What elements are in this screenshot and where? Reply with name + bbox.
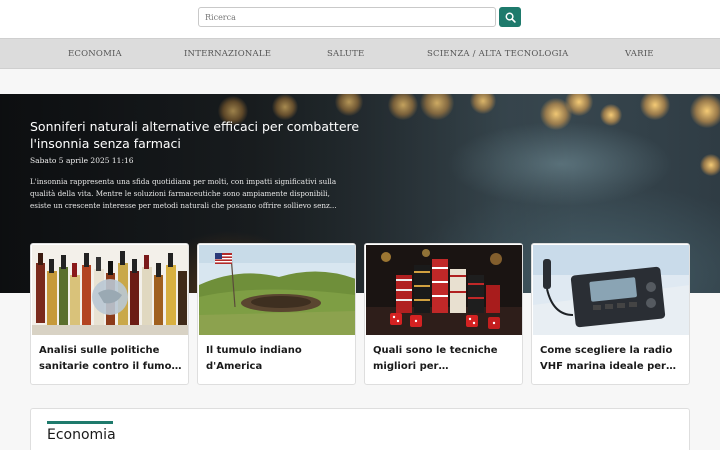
nav-item-internazionale[interactable]: INTERNAZIONALE	[184, 49, 271, 59]
article-card[interactable]: Il tumulo indiano d'America	[197, 243, 356, 385]
section-accent-bar	[47, 421, 113, 424]
search-icon	[505, 12, 516, 23]
card-title[interactable]: Quali sono le tecniche migliori per mass…	[373, 343, 519, 375]
search-input[interactable]	[198, 7, 496, 27]
nav-item-salute[interactable]: SALUTE	[327, 49, 364, 59]
section-economia: Economia	[30, 408, 690, 450]
hero-date: Sabato 5 aprile 2025 11:16	[30, 156, 134, 165]
search-button[interactable]	[499, 7, 521, 27]
card-title[interactable]: Come scegliere la radio VHF marina ideal…	[540, 343, 686, 375]
hero-excerpt: L'insonnia rappresenta una sfida quotidi…	[30, 177, 337, 210]
card-title[interactable]: Analisi sulle politiche sanitarie contro…	[39, 343, 185, 375]
card-image-radio	[533, 245, 689, 335]
nav-item-economia[interactable]: ECONOMIA	[68, 49, 122, 59]
card-image-mound	[199, 245, 355, 335]
top-bar	[0, 0, 720, 38]
card-title[interactable]: Il tumulo indiano d'America	[206, 343, 352, 375]
card-image-chips	[366, 245, 522, 335]
section-title[interactable]: Economia	[47, 427, 116, 443]
nav-item-varie[interactable]: VARIE	[625, 49, 654, 59]
hero-title[interactable]: Sonniferi naturali alternative efficaci …	[30, 118, 360, 152]
article-card[interactable]: Analisi sulle politiche sanitarie contro…	[30, 243, 189, 385]
article-card[interactable]: Quali sono le tecniche migliori per mass…	[364, 243, 523, 385]
card-image-bottles	[32, 245, 188, 335]
main-nav: ECONOMIA INTERNAZIONALE SALUTE SCIENZA /…	[0, 38, 720, 69]
article-card[interactable]: Come scegliere la radio VHF marina ideal…	[531, 243, 690, 385]
nav-item-scienza[interactable]: SCIENZA / ALTA TECNOLOGIA	[427, 49, 568, 59]
